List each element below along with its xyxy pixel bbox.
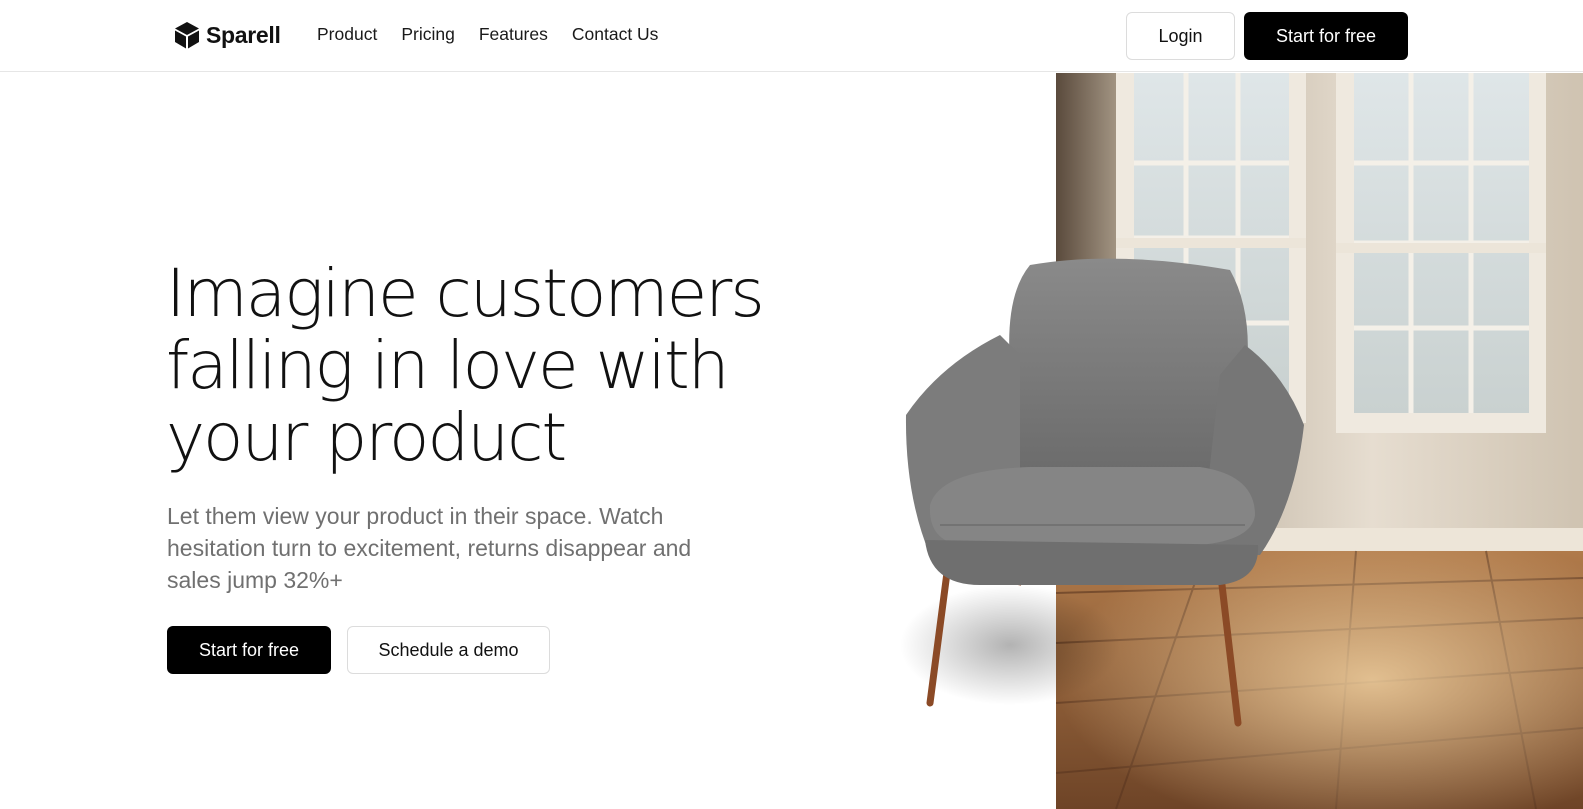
- site-header: Sparell Product Pricing Features Contact…: [0, 0, 1583, 72]
- nav-item-product[interactable]: Product: [317, 24, 377, 45]
- cube-icon: [174, 21, 200, 49]
- hero-start-free-button[interactable]: Start for free: [167, 626, 331, 674]
- brand-logo[interactable]: Sparell: [174, 21, 281, 49]
- nav-item-contact[interactable]: Contact Us: [572, 24, 659, 45]
- armchair-image: [900, 255, 1330, 735]
- main-nav: Product Pricing Features Contact Us: [317, 24, 682, 45]
- hero-subtitle: Let them view your product in their spac…: [167, 503, 692, 593]
- brand-name: Sparell: [206, 21, 281, 48]
- nav-item-pricing[interactable]: Pricing: [401, 24, 455, 45]
- nav-item-features[interactable]: Features: [479, 24, 548, 45]
- schedule-demo-button[interactable]: Schedule a demo: [347, 626, 550, 674]
- hero-title: Imagine customers falling in love with y…: [166, 255, 765, 476]
- login-button[interactable]: Login: [1126, 12, 1235, 60]
- header-start-free-button[interactable]: Start for free: [1244, 12, 1408, 60]
